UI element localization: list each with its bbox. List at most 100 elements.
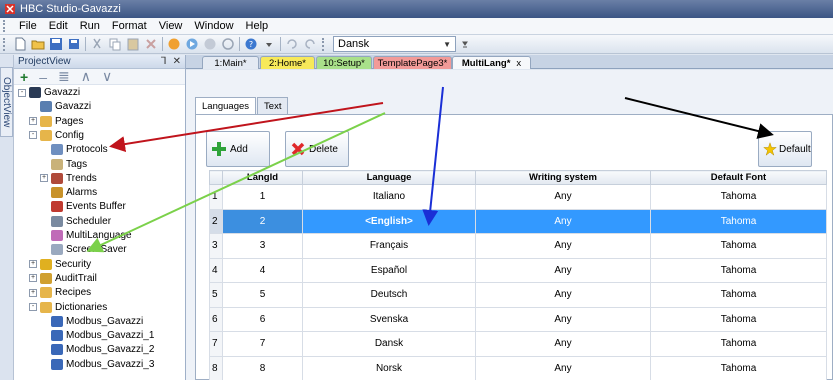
- table-row[interactable]: 4 4 Español Any Tahoma: [209, 257, 827, 283]
- langid-cell[interactable]: 1: [222, 184, 303, 210]
- language-select[interactable]: Dansk ▼: [333, 36, 456, 52]
- row-number-cell[interactable]: 4: [209, 257, 223, 283]
- expand-icon[interactable]: +: [40, 174, 48, 183]
- add-button[interactable]: Add: [206, 131, 270, 167]
- expand-icon[interactable]: +: [29, 288, 37, 297]
- collapse-icon[interactable]: -: [18, 88, 26, 97]
- default-font-cell[interactable]: Tahoma: [650, 184, 827, 210]
- default-font-cell[interactable]: Tahoma: [650, 208, 827, 234]
- collapse-icon[interactable]: -: [29, 131, 37, 140]
- row-number-cell[interactable]: 1: [209, 184, 223, 210]
- writing-system-cell[interactable]: Any: [475, 257, 651, 283]
- tree-item[interactable]: Gavazzi: [29, 100, 91, 113]
- langid-cell[interactable]: 8: [222, 355, 303, 380]
- tab-templatepage3[interactable]: TemplatePage3*: [373, 56, 452, 69]
- table-row[interactable]: 3 3 Français Any Tahoma: [209, 233, 827, 259]
- tab-languages[interactable]: Languages: [195, 97, 257, 115]
- language-cell[interactable]: Dansk: [302, 331, 476, 357]
- open-folder-icon[interactable]: [30, 37, 46, 52]
- tab-multilang[interactable]: MultiLang* x: [452, 56, 531, 69]
- expand-icon[interactable]: +: [29, 274, 37, 283]
- play-icon[interactable]: [184, 37, 200, 52]
- row-number-cell[interactable]: 2: [209, 208, 223, 234]
- row-number-cell[interactable]: 3: [209, 233, 223, 259]
- tree-item[interactable]: Modbus_Gavazzi_3: [40, 358, 154, 371]
- langid-cell[interactable]: 6: [222, 306, 303, 332]
- table-row[interactable]: 1 1 Italiano Any Tahoma: [209, 184, 827, 210]
- default-font-cell[interactable]: Tahoma: [650, 331, 827, 357]
- tree-item[interactable]: Modbus_Gavazzi_1: [40, 329, 154, 342]
- tab-text[interactable]: Text: [257, 97, 289, 114]
- collapse-icon[interactable]: -: [29, 303, 37, 311]
- language-cell[interactable]: Français: [302, 233, 476, 259]
- menu-help[interactable]: Help: [240, 20, 275, 32]
- langid-cell[interactable]: 5: [222, 282, 303, 308]
- column-header-writing-system[interactable]: Writing system: [475, 170, 651, 185]
- remove-icon[interactable]: –: [39, 69, 47, 85]
- default-font-cell[interactable]: Tahoma: [650, 233, 827, 259]
- tree-item[interactable]: MultiLanguage: [40, 229, 132, 242]
- tree-item[interactable]: Alarms: [40, 186, 97, 199]
- row-number-cell[interactable]: 6: [209, 306, 223, 332]
- writing-system-cell[interactable]: Any: [475, 233, 651, 259]
- tree-item[interactable]: + Recipes: [29, 286, 91, 299]
- langid-cell[interactable]: 3: [222, 233, 303, 259]
- writing-system-cell[interactable]: Any: [475, 331, 651, 357]
- default-font-cell[interactable]: Tahoma: [650, 355, 827, 380]
- redo-icon[interactable]: [302, 37, 318, 52]
- tab-main[interactable]: 1:Main*: [202, 56, 259, 69]
- tree-item[interactable]: + Security: [29, 258, 91, 271]
- row-number-cell[interactable]: 7: [209, 331, 223, 357]
- default-button[interactable]: Default: [758, 131, 812, 167]
- column-header-default-font[interactable]: Default Font: [650, 170, 827, 185]
- tree-item[interactable]: + AuditTrail: [29, 272, 97, 285]
- row-number-cell[interactable]: 8: [209, 355, 223, 380]
- cut-icon[interactable]: [89, 37, 105, 52]
- move-down-icon[interactable]: ∨: [102, 68, 112, 85]
- tree-item[interactable]: Screen Saver: [40, 243, 127, 256]
- add-icon[interactable]: +: [20, 69, 28, 85]
- tree-item[interactable]: + Trends: [40, 172, 97, 185]
- row-number-cell[interactable]: 5: [209, 282, 223, 308]
- tree-item[interactable]: - Dictionaries: [29, 301, 107, 314]
- language-cell[interactable]: Norsk: [302, 355, 476, 380]
- tree-item[interactable]: - Config: [29, 129, 84, 142]
- menu-file[interactable]: File: [13, 20, 43, 32]
- writing-system-cell[interactable]: Any: [475, 306, 651, 332]
- writing-system-cell[interactable]: Any: [475, 184, 651, 210]
- save-all-icon[interactable]: [66, 37, 82, 52]
- table-row[interactable]: 8 8 Norsk Any Tahoma: [209, 355, 827, 380]
- new-file-icon[interactable]: [12, 37, 28, 52]
- column-header-language[interactable]: Language: [302, 170, 476, 185]
- language-cell[interactable]: Deutsch: [302, 282, 476, 308]
- table-row[interactable]: 6 6 Svenska Any Tahoma: [209, 306, 827, 332]
- help-icon[interactable]: ?: [243, 37, 259, 52]
- pin-icon[interactable]: ⅂: [161, 56, 167, 67]
- run-icon[interactable]: [166, 37, 182, 52]
- close-icon[interactable]: ✕: [173, 56, 181, 67]
- tab-setup[interactable]: 10:Setup*: [316, 56, 372, 69]
- menu-format[interactable]: Format: [106, 20, 153, 32]
- menu-edit[interactable]: Edit: [43, 20, 74, 32]
- tree-item[interactable]: Protocols: [40, 143, 108, 156]
- undo-icon[interactable]: [284, 37, 300, 52]
- tree-item[interactable]: Modbus_Gavazzi_2: [40, 343, 154, 356]
- writing-system-cell[interactable]: Any: [475, 355, 651, 380]
- stop-icon[interactable]: [202, 37, 218, 52]
- expand-icon[interactable]: +: [29, 117, 37, 126]
- tab-home[interactable]: 2:Home*: [260, 56, 315, 69]
- copy-icon[interactable]: [107, 37, 123, 52]
- langid-cell[interactable]: 4: [222, 257, 303, 283]
- delete-button[interactable]: Delete: [285, 131, 349, 167]
- table-row[interactable]: 7 7 Dansk Any Tahoma: [209, 331, 827, 357]
- writing-system-cell[interactable]: Any: [475, 208, 651, 234]
- menu-run[interactable]: Run: [74, 20, 106, 32]
- tree-item[interactable]: Scheduler: [40, 215, 111, 228]
- language-cell[interactable]: <English>: [302, 208, 476, 234]
- table-row[interactable]: 5 5 Deutsch Any Tahoma: [209, 282, 827, 308]
- objectview-tab[interactable]: ObjectView: [0, 67, 13, 137]
- tree-item[interactable]: - Gavazzi: [18, 86, 80, 99]
- properties-icon[interactable]: ≣: [58, 68, 70, 85]
- menu-view[interactable]: View: [153, 20, 189, 32]
- table-row[interactable]: 2 2 <English> Any Tahoma: [209, 208, 827, 234]
